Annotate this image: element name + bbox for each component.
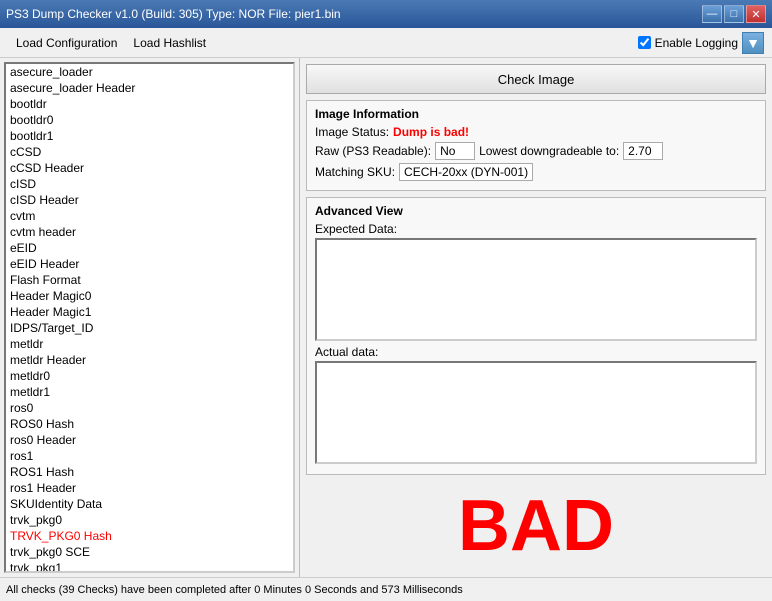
list-item[interactable]: metldr	[6, 336, 293, 352]
raw-label: Raw (PS3 Readable):	[315, 144, 431, 158]
main-content: asecure_loaderasecure_loader Headerbootl…	[0, 58, 772, 577]
list-item[interactable]: Flash Format	[6, 272, 293, 288]
list-item[interactable]: metldr0	[6, 368, 293, 384]
list-item[interactable]: eEID	[6, 240, 293, 256]
list-item[interactable]: bootldr1	[6, 128, 293, 144]
actual-data-textarea[interactable]	[315, 361, 757, 464]
actual-data-section: Actual data:	[315, 345, 757, 464]
image-info-title: Image Information	[315, 107, 757, 121]
list-item[interactable]: asecure_loader	[6, 64, 293, 80]
logging-area: Enable Logging ▼	[638, 32, 764, 54]
raw-value: No	[435, 142, 475, 160]
list-item[interactable]: SKUIdentity Data	[6, 496, 293, 512]
actual-data-label: Actual data:	[315, 345, 757, 359]
download-icon[interactable]: ▼	[742, 32, 764, 54]
advanced-view-title: Advanced View	[315, 204, 757, 218]
status-label: Image Status:	[315, 125, 389, 139]
list-item[interactable]: Header Magic0	[6, 288, 293, 304]
load-config-menu[interactable]: Load Configuration	[8, 32, 125, 54]
list-item[interactable]: metldr Header	[6, 352, 293, 368]
status-bar: All checks (39 Checks) have been complet…	[0, 577, 772, 601]
list-item[interactable]: ros0 Header	[6, 432, 293, 448]
list-item[interactable]: ros1	[6, 448, 293, 464]
list-item[interactable]: cISD Header	[6, 192, 293, 208]
expected-data-label: Expected Data:	[315, 222, 757, 236]
list-item[interactable]: TRVK_PKG0 Hash	[6, 528, 293, 544]
list-item[interactable]: trvk_pkg0	[6, 512, 293, 528]
bad-area: BAD	[306, 481, 766, 571]
title-bar-buttons: — □ ✕	[702, 5, 766, 23]
lowest-label: Lowest downgradeable to:	[479, 144, 619, 158]
load-hashlist-menu[interactable]: Load Hashlist	[125, 32, 214, 54]
title-bar: PS3 Dump Checker v1.0 (Build: 305) Type:…	[0, 0, 772, 28]
advanced-view: Advanced View Expected Data: Actual data…	[306, 197, 766, 475]
list-item[interactable]: ros1 Header	[6, 480, 293, 496]
list-item[interactable]: bootldr0	[6, 112, 293, 128]
title-bar-text: PS3 Dump Checker v1.0 (Build: 305) Type:…	[6, 7, 341, 21]
bad-text: BAD	[458, 485, 614, 567]
status-value: Dump is bad!	[393, 125, 469, 139]
list-item[interactable]: ros0	[6, 400, 293, 416]
list-item[interactable]: ROS1 Hash	[6, 464, 293, 480]
left-panel: asecure_loaderasecure_loader Headerbootl…	[0, 58, 300, 577]
list-item[interactable]: bootldr	[6, 96, 293, 112]
expected-data-textarea[interactable]	[315, 238, 757, 341]
enable-logging-checkbox[interactable]	[638, 36, 651, 49]
list-item[interactable]: asecure_loader Header	[6, 80, 293, 96]
sku-value: CECH-20xx (DYN-001)	[399, 163, 533, 181]
close-button[interactable]: ✕	[746, 5, 766, 23]
list-item[interactable]: eEID Header	[6, 256, 293, 272]
list-item[interactable]: Header Magic1	[6, 304, 293, 320]
expected-data-section: Expected Data:	[315, 222, 757, 341]
sku-row: Matching SKU: CECH-20xx (DYN-001)	[315, 163, 757, 181]
image-info-box: Image Information Image Status: Dump is …	[306, 100, 766, 191]
sku-label: Matching SKU:	[315, 165, 395, 179]
right-panel: Check Image Image Information Image Stat…	[300, 58, 772, 577]
list-item[interactable]: trvk_pkg1	[6, 560, 293, 573]
raw-row: Raw (PS3 Readable): No Lowest downgradea…	[315, 142, 757, 160]
status-row: Image Status: Dump is bad!	[315, 125, 757, 139]
menu-bar: Load Configuration Load Hashlist Enable …	[0, 28, 772, 58]
list-item[interactable]: cvtm header	[6, 224, 293, 240]
list-item[interactable]: metldr1	[6, 384, 293, 400]
list-item[interactable]: cCSD	[6, 144, 293, 160]
minimize-button[interactable]: —	[702, 5, 722, 23]
list-item[interactable]: trvk_pkg0 SCE	[6, 544, 293, 560]
check-image-button[interactable]: Check Image	[306, 64, 766, 94]
list-item[interactable]: ROS0 Hash	[6, 416, 293, 432]
status-text: All checks (39 Checks) have been complet…	[6, 584, 463, 596]
list-item[interactable]: cISD	[6, 176, 293, 192]
lowest-value: 2.70	[623, 142, 663, 160]
list-item[interactable]: cvtm	[6, 208, 293, 224]
enable-logging-label: Enable Logging	[655, 36, 738, 50]
maximize-button[interactable]: □	[724, 5, 744, 23]
list-container[interactable]: asecure_loaderasecure_loader Headerbootl…	[4, 62, 295, 573]
list-item[interactable]: IDPS/Target_ID	[6, 320, 293, 336]
list-item[interactable]: cCSD Header	[6, 160, 293, 176]
